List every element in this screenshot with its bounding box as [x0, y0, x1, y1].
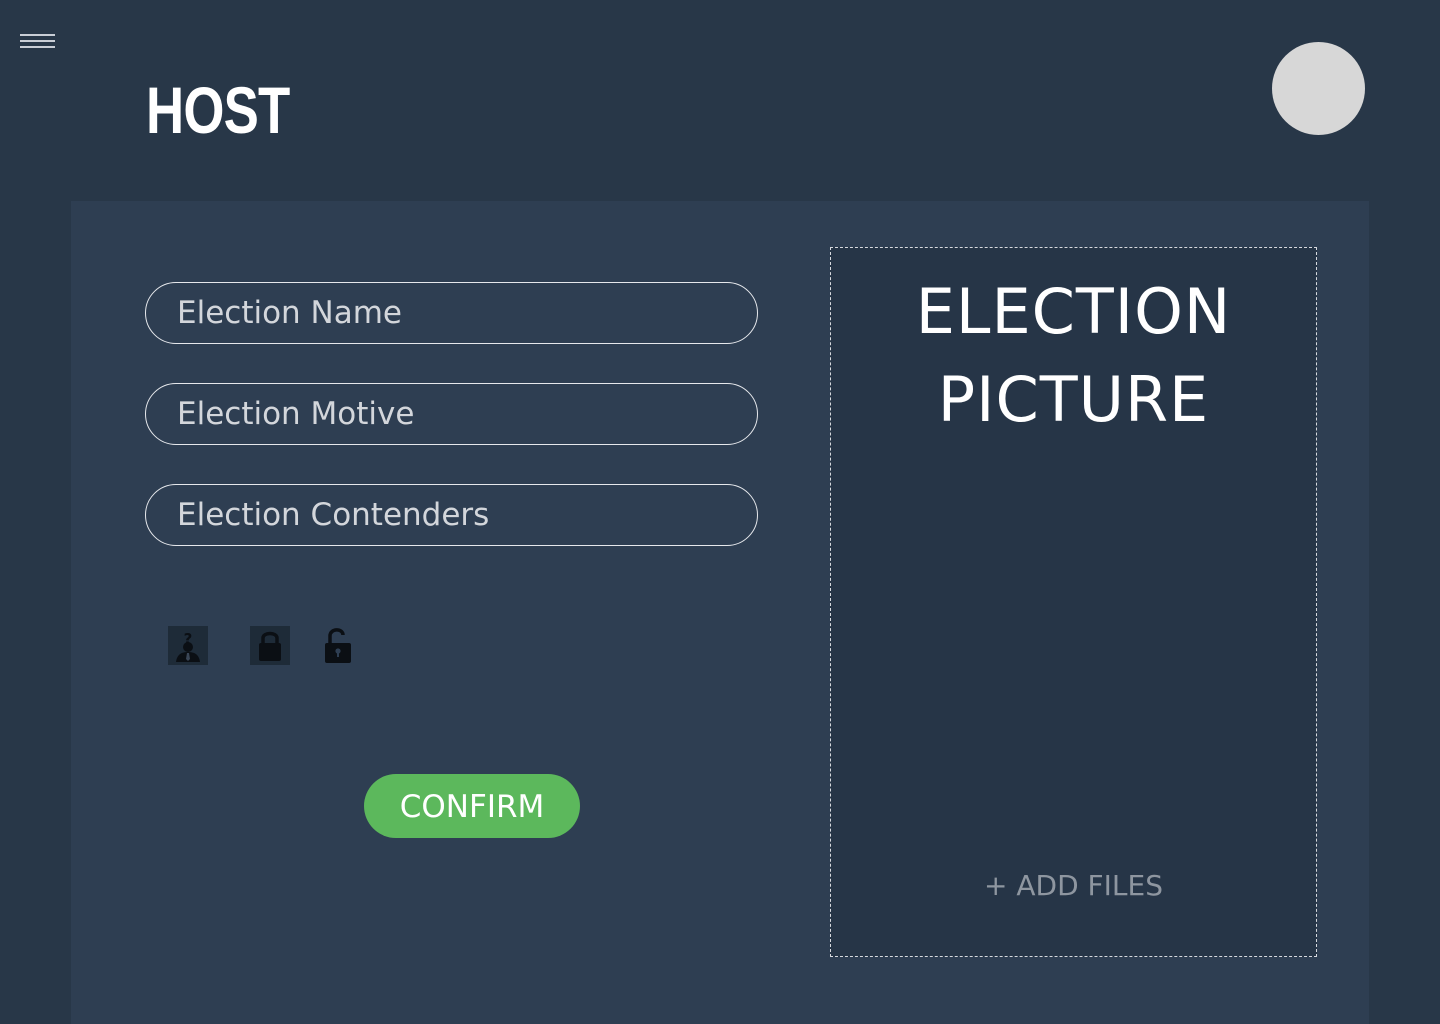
election-name-input[interactable]: Election Name [145, 282, 758, 344]
user-avatar[interactable] [1272, 42, 1365, 135]
dropzone-title-line1: ELECTION [915, 275, 1232, 348]
election-picture-dropzone[interactable]: ELECTION PICTURE + ADD FILES [830, 247, 1317, 957]
anonymous-person-icon[interactable]: ? [168, 626, 208, 665]
add-files-button[interactable]: + ADD FILES [831, 866, 1316, 906]
page-title: HOST [146, 73, 290, 147]
election-motive-input[interactable]: Election Motive [145, 383, 758, 445]
unlock-icon[interactable] [318, 624, 358, 666]
dropzone-title-line2: PICTURE [937, 363, 1210, 436]
election-contenders-input[interactable]: Election Contenders [145, 484, 758, 546]
lock-icon[interactable] [250, 626, 290, 665]
hamburger-menu-icon[interactable] [20, 32, 56, 52]
confirm-button[interactable]: CONFIRM [364, 774, 580, 838]
dropzone-title: ELECTION PICTURE [831, 268, 1316, 444]
